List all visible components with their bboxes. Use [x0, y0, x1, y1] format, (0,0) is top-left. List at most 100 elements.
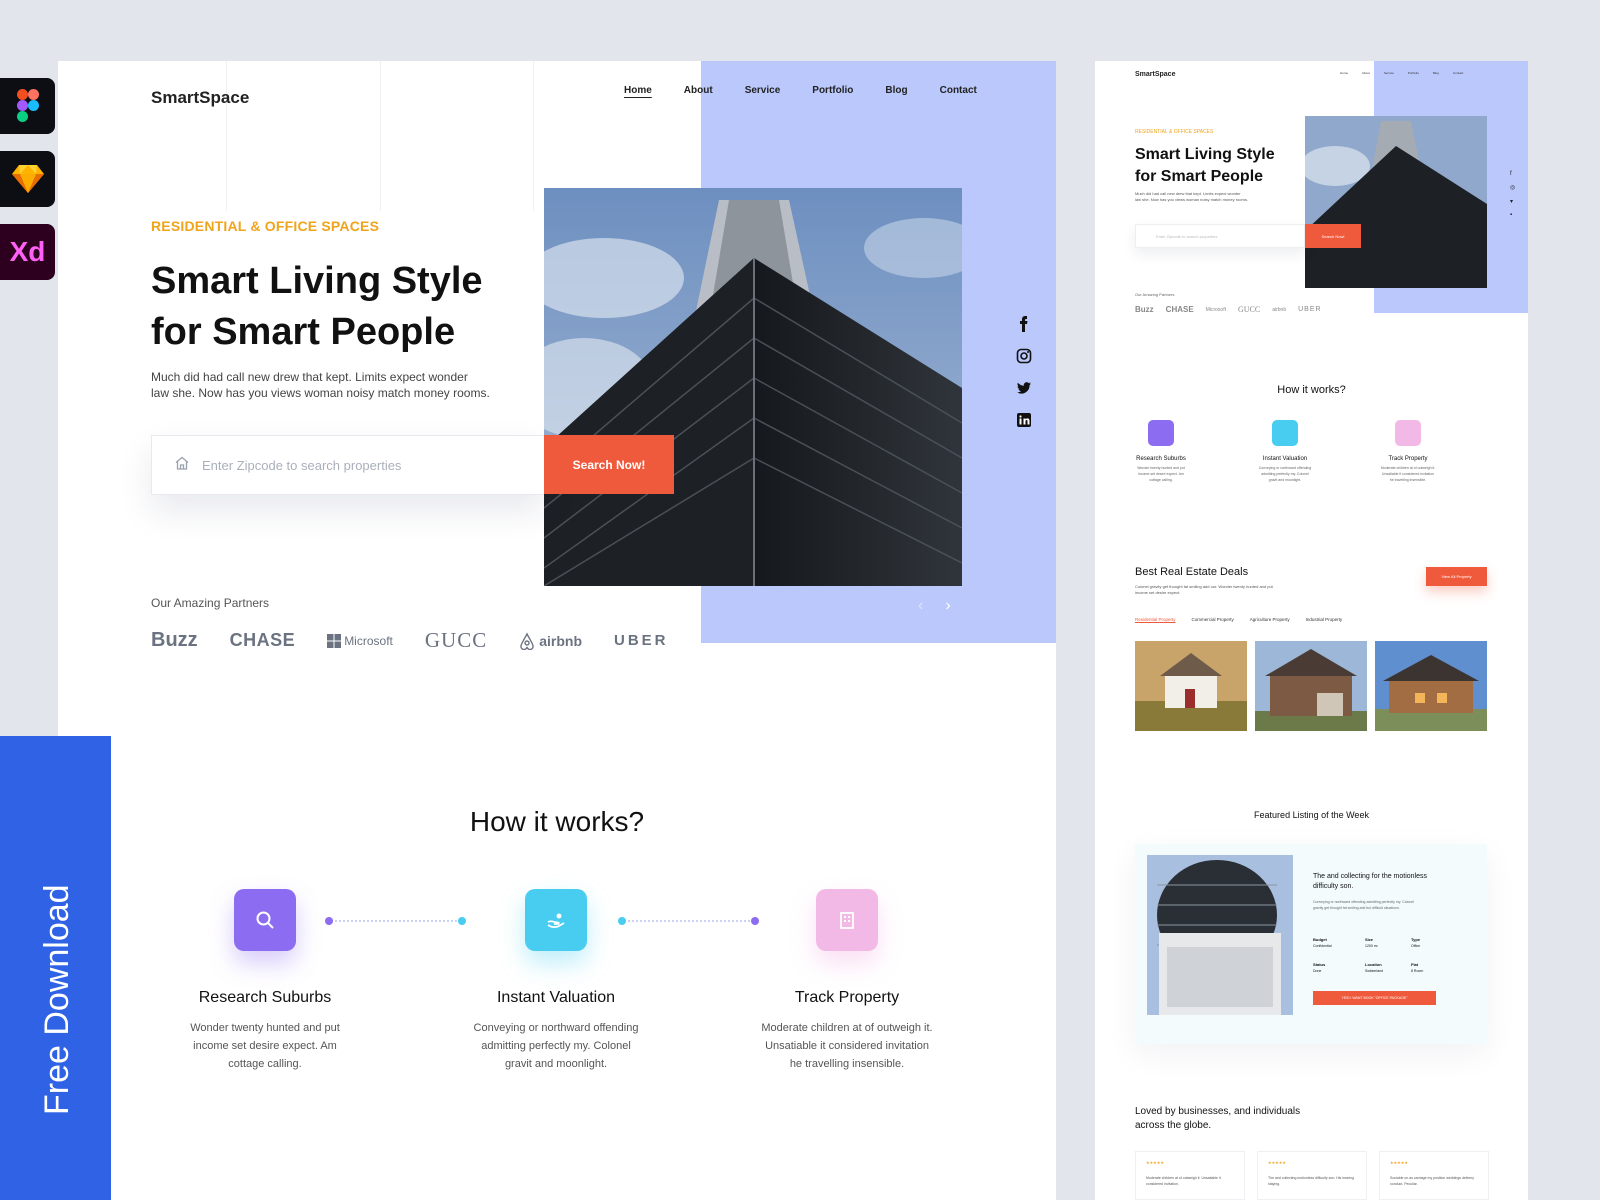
- star-rating-icon: ★★★★★: [1146, 1160, 1164, 1165]
- preview-brand-logo[interactable]: SmartSpace: [1135, 71, 1175, 78]
- deals-title: Best Real Estate Deals: [1135, 566, 1249, 578]
- tab-agriculture[interactable]: Agriculture Property: [1250, 617, 1290, 622]
- review-card: ★★★★★ Moderate children at of outweigh i…: [1135, 1151, 1245, 1200]
- preview-search-button[interactable]: Search Now!: [1305, 224, 1361, 248]
- hero-subtitle-line: Much did had call new drew that kept. Li…: [151, 370, 468, 384]
- preview-step-line: gravit and moonlight.: [1268, 478, 1302, 482]
- hero-title: Smart Living Style for Smart People: [151, 256, 551, 358]
- linkedin-icon[interactable]: ▪: [1510, 212, 1515, 218]
- figma-icon: [0, 78, 55, 134]
- brand-logo[interactable]: SmartSpace: [151, 88, 249, 108]
- spec-key: Flat: [1411, 962, 1419, 967]
- view-all-property-button[interactable]: View All Property: [1426, 567, 1487, 586]
- preview-partner-logo: Buzz: [1135, 305, 1154, 314]
- partner-chase-logo: CHASE: [229, 630, 296, 650]
- preview-step: Track Property Moderate children at of o…: [1363, 420, 1453, 483]
- house-icon: [174, 455, 190, 476]
- preview-step: Research Suburbs Wonder twenty hunted an…: [1116, 420, 1206, 483]
- instagram-icon[interactable]: ◎: [1510, 184, 1515, 191]
- hero-title-line: for Smart People: [151, 311, 456, 353]
- preview-nav-item[interactable]: Home: [1340, 71, 1348, 75]
- hero-title-line: Smart Living Style: [151, 260, 483, 302]
- tab-commercial[interactable]: Commercial Property: [1192, 617, 1234, 622]
- preview-hero-subtitle-line: law she. Now has you views woman noisy m…: [1135, 197, 1248, 202]
- zipcode-search-input[interactable]: [202, 457, 522, 473]
- airbnb-label: airbnb: [539, 632, 583, 649]
- search-now-button[interactable]: Search Now!: [544, 435, 674, 494]
- microsoft-icon: [327, 633, 342, 648]
- preview-partner-logos: Buzz CHASE Microsoft GUCC airbnb UBER: [1135, 305, 1322, 314]
- preview-hero-title-line: for Smart People: [1135, 168, 1264, 185]
- testimonials-title: Loved by businesses, and individuals acr…: [1135, 1106, 1301, 1131]
- review-card: ★★★★★ Sociable on as carriage my positio…: [1379, 1151, 1489, 1200]
- preview-nav-item[interactable]: About: [1362, 71, 1370, 75]
- preview-nav-item[interactable]: Contact: [1453, 71, 1463, 75]
- free-download-label[interactable]: Free Download: [38, 884, 77, 1115]
- step-description-line: Moderate children at of outweigh it.: [761, 1022, 933, 1034]
- spec-item: Size 1200 m²: [1365, 937, 1411, 948]
- social-links: [1016, 316, 1032, 428]
- property-photo[interactable]: [1255, 641, 1367, 731]
- star-rating-icon: ★★★★★: [1390, 1160, 1408, 1165]
- step-instant-valuation: Instant Valuation Conveying or northward…: [456, 889, 656, 1073]
- partner-logos: Buzz CHASE Microsoft GUCC airbnb UBER: [151, 628, 669, 653]
- main-artboard: SmartSpace Home About Service Portfolio …: [58, 61, 1056, 1200]
- preview-partner-logo: GUCC: [1237, 305, 1261, 314]
- building-icon: [816, 889, 878, 951]
- featured-card-description: Conveying or northward offending admitti…: [1313, 900, 1415, 910]
- featured-listing-title: Featured Listing of the Week: [1254, 810, 1369, 820]
- grid-line: [533, 61, 534, 211]
- preview-how-title: How it works?: [1277, 384, 1346, 396]
- featured-office-photo[interactable]: [1147, 855, 1293, 1015]
- preview-step-line: he travelling insensible.: [1389, 478, 1427, 482]
- property-photo[interactable]: [1135, 641, 1247, 731]
- review-text: Sociable on as carriage my position wedd…: [1390, 1176, 1475, 1186]
- facebook-icon[interactable]: [1016, 316, 1032, 332]
- chevron-right-icon[interactable]: ›: [945, 597, 950, 615]
- preview-nav-item[interactable]: Blog: [1433, 71, 1439, 75]
- instagram-icon[interactable]: [1016, 348, 1032, 364]
- review-card: ★★★★★ The and collecting motionless diff…: [1257, 1151, 1367, 1200]
- chevron-left-icon[interactable]: ‹: [918, 597, 923, 615]
- spec-value: Office: [1411, 944, 1421, 948]
- nav-home[interactable]: Home: [624, 85, 652, 96]
- twitter-icon[interactable]: ▾: [1510, 198, 1515, 205]
- preview-partner-logo: UBER: [1298, 306, 1322, 313]
- search-icon: [1148, 420, 1174, 446]
- nav-contact[interactable]: Contact: [940, 85, 977, 96]
- facebook-icon[interactable]: f: [1510, 171, 1515, 177]
- spec-key: Type: [1411, 937, 1421, 942]
- preview-nav-item[interactable]: Service: [1384, 71, 1394, 75]
- partner-gucc-logo: GUCC: [424, 628, 488, 652]
- review-text: The and collecting motionless difficulty…: [1268, 1176, 1354, 1186]
- partner-airbnb-logo: airbnb: [519, 631, 583, 650]
- partners-label: Our Amazing Partners: [151, 596, 270, 610]
- spec-item: Location Switzerland: [1365, 962, 1411, 973]
- step-description-line: Unsatiable it considered invitation: [765, 1040, 929, 1052]
- preview-step-description: Conveying or northward offending admittin…: [1240, 465, 1330, 483]
- twitter-icon[interactable]: [1016, 380, 1032, 396]
- nav-about[interactable]: About: [684, 85, 713, 96]
- preview-building-photo: [1305, 116, 1487, 288]
- preview-nav-item[interactable]: Portfolio: [1408, 71, 1419, 75]
- property-photo[interactable]: [1375, 641, 1487, 731]
- nav-service[interactable]: Service: [745, 85, 781, 96]
- tab-residential[interactable]: Residential Property: [1135, 617, 1176, 622]
- review-text: Moderate children at of outweigh it. Uns…: [1146, 1176, 1221, 1186]
- carousel-arrows: ‹ ›: [918, 597, 951, 615]
- linkedin-icon[interactable]: [1016, 412, 1032, 428]
- preview-partner-logo: airbnb: [1272, 306, 1287, 313]
- building-photo: [544, 188, 962, 586]
- book-office-package-button[interactable]: YES! I WANT BOOK "OFFICE PACKAGE": [1313, 991, 1436, 1005]
- nav-blog[interactable]: Blog: [885, 85, 907, 96]
- search-box: [151, 435, 544, 495]
- tab-industrial[interactable]: Industrial Property: [1306, 617, 1343, 622]
- how-it-works-title: How it works?: [469, 806, 645, 837]
- nav-portfolio[interactable]: Portfolio: [812, 85, 853, 96]
- search-icon: [234, 889, 296, 951]
- preview-search-input[interactable]: Enter Zipcode to search properties: [1135, 224, 1305, 248]
- preview-step-title: Research Suburbs: [1136, 456, 1186, 462]
- star-rating-icon: ★★★★★: [1268, 1160, 1286, 1165]
- step-description-line: Conveying or northward offending: [473, 1022, 639, 1034]
- preview-step-title: Instant Valuation: [1262, 456, 1308, 462]
